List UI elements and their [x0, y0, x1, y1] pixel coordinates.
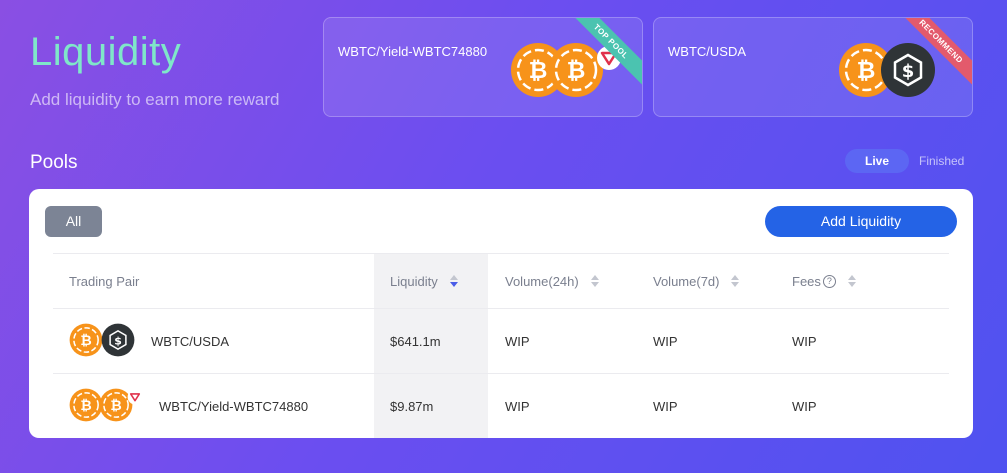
svg-text:₿: ₿ — [857, 58, 876, 84]
column-volume-7d[interactable]: Volume(7d) — [653, 254, 740, 308]
table-header: Trading Pair Liquidity Volume(24h) Volum… — [53, 253, 949, 309]
status-toggle: Live Finished — [845, 149, 964, 173]
add-liquidity-button[interactable]: Add Liquidity — [765, 206, 957, 237]
column-label: Volume(7d) — [653, 273, 720, 289]
volume-7d-value: WIP — [653, 333, 678, 349]
pools-table: Trading Pair Liquidity Volume(24h) Volum… — [53, 253, 949, 439]
tab-finished[interactable]: Finished — [919, 154, 964, 168]
column-label: Liquidity — [390, 273, 438, 289]
pair-cell: ₿ ₿ WBTC/Yield-WBTC74880 — [69, 374, 308, 439]
volume-7d-value: WIP — [653, 399, 678, 414]
yield-token-icon — [127, 389, 143, 408]
pools-title: Pools — [30, 152, 78, 173]
fees-value: WIP — [792, 399, 817, 414]
top-pool-ribbon: TOP POOL — [566, 18, 642, 87]
liquidity-value: $641.1m — [390, 333, 441, 349]
svg-text:₿: ₿ — [529, 58, 548, 84]
volume-24h-value: WIP — [505, 399, 530, 414]
help-icon[interactable]: ? — [822, 274, 836, 288]
svg-text:₿: ₿ — [80, 398, 91, 414]
pair-name: WBTC/USDA — [151, 333, 229, 349]
sort-icon — [590, 275, 599, 287]
hero-title: Liquidity — [30, 30, 182, 74]
pair-cell: ₿ $ WBTC/USDA — [69, 309, 229, 373]
liquidity-value: $9.87m — [390, 399, 434, 414]
hero-subtitle: Add liquidity to earn more reward — [30, 90, 280, 109]
volume-24h-value: WIP — [505, 333, 530, 349]
bitcoin-icon: ₿ — [69, 323, 103, 360]
featured-pair-name: WBTC/USDA — [668, 44, 746, 59]
pair-name: WBTC/Yield-WBTC74880 — [159, 399, 309, 414]
fees-value: WIP — [792, 333, 817, 349]
recommend-ribbon: RECOMMEND — [896, 18, 972, 87]
column-label: Trading Pair — [69, 273, 140, 289]
pools-panel: All Add Liquidity Trading Pair Liquidity… — [29, 189, 973, 438]
tab-live[interactable]: Live — [845, 149, 909, 173]
bitcoin-icon: ₿ — [69, 388, 103, 425]
sort-icon — [731, 275, 740, 287]
column-label: Volume(24h) — [505, 273, 579, 289]
featured-pair-name: WBTC/Yield-WBTC74880 — [338, 44, 488, 59]
column-volume-24h[interactable]: Volume(24h) — [505, 254, 599, 308]
svg-text:₿: ₿ — [110, 398, 121, 414]
svg-text:$: $ — [114, 334, 122, 347]
featured-card-wbtc-usda[interactable]: WBTC/USDA ₿ $ RECOMMEND — [653, 17, 973, 117]
filter-all-button[interactable]: All — [45, 206, 102, 237]
column-label: Fees — [792, 273, 821, 289]
column-liquidity[interactable]: Liquidity — [390, 254, 458, 308]
column-fees[interactable]: Fees ? — [792, 254, 856, 308]
table-row[interactable]: ₿ $ WBTC/USDA $641.1m WIP WIP WIP — [53, 309, 949, 374]
sort-icon — [449, 275, 458, 287]
svg-text:₿: ₿ — [80, 332, 91, 348]
featured-card-wbtc-yield[interactable]: WBTC/Yield-WBTC74880 ₿ ₿ TOP POOL — [323, 17, 643, 117]
usda-icon: $ — [101, 323, 135, 360]
table-row[interactable]: ₿ ₿ WBTC/Yield-WBTC74880 $9.87m WIP WIP … — [53, 374, 949, 439]
sort-icon — [847, 275, 856, 287]
column-trading-pair: Trading Pair — [69, 254, 139, 308]
